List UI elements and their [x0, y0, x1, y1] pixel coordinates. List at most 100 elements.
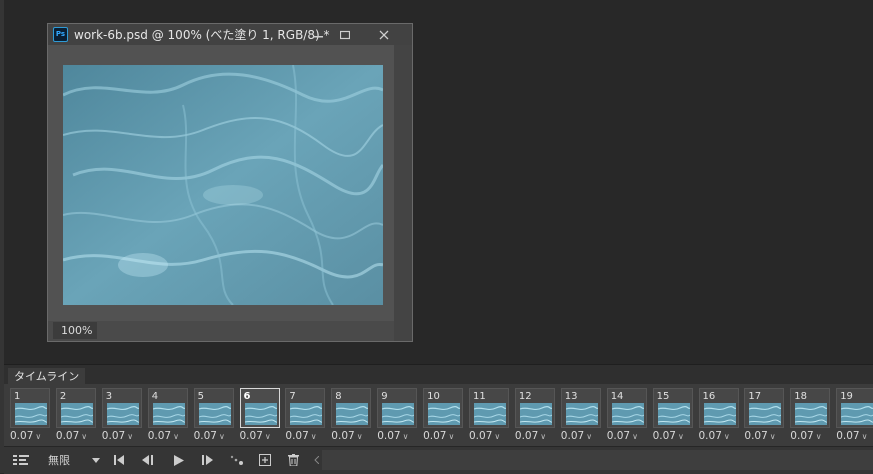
timeline-frame[interactable]: 8 0.07 ∨	[331, 388, 372, 444]
frame-delay[interactable]: 0.07 ∨	[10, 430, 50, 443]
timeline-frame[interactable]: 9 0.07 ∨	[377, 388, 418, 444]
frame-number: 9	[381, 391, 388, 402]
frame-thumbnail-box[interactable]: 19	[836, 388, 873, 428]
play-button[interactable]	[170, 450, 188, 470]
canvas-area[interactable]	[48, 45, 394, 321]
convert-timeline-button[interactable]	[11, 450, 31, 470]
frame-number: 4	[151, 391, 159, 402]
frame-delay[interactable]: 0.07 ∨	[607, 430, 647, 443]
timeline-frame[interactable]: 14 0.07 ∨	[606, 388, 647, 444]
frame-thumbnail-box[interactable]: 4	[147, 388, 188, 428]
frame-thumbnail	[657, 403, 690, 425]
delete-frame-button[interactable]	[284, 450, 302, 470]
frame-delay[interactable]: 0.07 ∨	[102, 430, 142, 443]
frame-thumbnail-box[interactable]: 7	[285, 388, 326, 428]
frame-delay[interactable]: 0.07 ∨	[469, 430, 509, 443]
frame-thumbnail-box[interactable]: 16	[698, 388, 739, 428]
minimize-button[interactable]	[307, 24, 329, 45]
tween-button[interactable]	[228, 450, 246, 470]
frame-delay[interactable]: 0.07 ∨	[331, 430, 371, 443]
frame-thumbnail-box[interactable]: 11	[469, 388, 509, 428]
frame-delay[interactable]: 0.07 ∨	[240, 430, 280, 443]
frame-thumbnail-box[interactable]: 8	[331, 388, 372, 428]
timeline-frame[interactable]: 1 0.07 ∨	[10, 388, 50, 444]
frame-delay[interactable]: 0.07 ∨	[423, 430, 463, 443]
loop-dropdown-button[interactable]	[89, 450, 103, 470]
frame-thumbnail-box[interactable]: 5	[193, 388, 234, 428]
timeline-frame[interactable]: 15 0.07 ∨	[652, 388, 693, 444]
frame-delay-value: 0.07	[652, 430, 676, 442]
timeline-frame[interactable]: 5 0.07 ∨	[193, 388, 234, 444]
first-frame-button[interactable]	[110, 450, 128, 470]
frame-delay[interactable]: 0.07 ∨	[653, 430, 693, 443]
loop-option[interactable]: 無限	[48, 450, 80, 470]
frame-thumbnail-box[interactable]: 9	[377, 388, 418, 428]
frame-delay[interactable]: 0.07 ∨	[836, 430, 873, 443]
timeline-frame[interactable]: 4 0.07 ∨	[147, 388, 188, 444]
frame-delay[interactable]: 0.07 ∨	[56, 430, 96, 443]
vertical-scrollbar[interactable]	[394, 45, 412, 341]
timeline-frame[interactable]: 18 0.07 ∨	[790, 388, 831, 444]
maximize-button[interactable]	[334, 24, 356, 45]
document-window[interactable]: Ps work-6b.psd @ 100% (べた塗り 1, RGB/8) * …	[47, 23, 413, 342]
document-titlebar[interactable]: Ps work-6b.psd @ 100% (べた塗り 1, RGB/8) *	[48, 24, 412, 45]
timeline-frame[interactable]: 19 0.07 ∨	[836, 388, 873, 444]
frame-delay[interactable]: 0.07 ∨	[561, 430, 601, 443]
next-frame-button[interactable]	[198, 450, 216, 470]
frame-number: 10	[427, 391, 440, 402]
timeline-frame[interactable]: 11 0.07 ∨	[469, 388, 509, 444]
chevron-down-icon: ∨	[632, 432, 638, 441]
scroll-left-button[interactable]	[310, 450, 322, 470]
frame-delay-value: 0.07	[285, 430, 309, 442]
zoom-level[interactable]: 100%	[53, 322, 97, 339]
frame-thumbnail-box[interactable]: 10	[423, 388, 464, 428]
duplicate-frame-button[interactable]	[256, 450, 274, 470]
frame-number: 5	[197, 391, 204, 402]
previous-frame-icon	[141, 455, 153, 465]
close-button[interactable]	[370, 24, 398, 45]
timeline-frame[interactable]: 10 0.07 ∨	[423, 388, 464, 444]
frame-number: 6	[243, 391, 251, 402]
frame-thumbnail	[15, 403, 47, 425]
timeline-frame[interactable]: 2 0.07 ∨	[55, 388, 96, 444]
canvas-image[interactable]	[63, 65, 383, 305]
frame-thumbnail-box[interactable]: 2	[55, 388, 96, 428]
frame-delay-value: 0.07	[514, 430, 539, 442]
frame-delay-value: 0.07	[560, 430, 585, 442]
frame-delay[interactable]: 0.07 ∨	[148, 430, 188, 443]
timeline-frame[interactable]: 17 0.07 ∨	[744, 388, 785, 444]
timeline-frame[interactable]: 6 0.07 ∨	[239, 388, 280, 444]
frame-number: 17	[748, 391, 762, 402]
frame-delay[interactable]: 0.07 ∨	[194, 430, 234, 443]
frame-delay[interactable]: 0.07 ∨	[285, 430, 325, 443]
frame-thumbnail-box[interactable]: 15	[652, 388, 693, 428]
timeline-frame[interactable]: 12 0.07 ∨	[514, 388, 555, 444]
frame-thumbnail-box[interactable]: 18	[790, 388, 831, 428]
timeline-frame[interactable]: 13 0.07 ∨	[560, 388, 601, 444]
frame-thumbnail-box[interactable]: 3	[101, 388, 142, 428]
timeline-frame[interactable]: 3 0.07 ∨	[101, 388, 142, 444]
frame-delay[interactable]: 0.07 ∨	[515, 430, 555, 443]
frame-delay[interactable]: 0.07 ∨	[699, 430, 739, 443]
frame-thumbnail	[198, 403, 231, 425]
frames-scrollbar[interactable]	[322, 450, 873, 470]
first-frame-icon	[114, 455, 124, 465]
timeline-frame[interactable]: 7 0.07 ∨	[285, 388, 326, 444]
frame-delay[interactable]: 0.07 ∨	[744, 430, 784, 443]
frame-number: 16	[702, 391, 716, 402]
frame-delay-value: 0.07	[101, 430, 126, 442]
frame-thumbnail-box[interactable]: 12	[514, 388, 555, 428]
frame-delay[interactable]: 0.07 ∨	[377, 430, 417, 443]
previous-frame-button[interactable]	[138, 450, 156, 470]
frame-thumbnail	[703, 403, 736, 425]
frame-thumbnail-box[interactable]: 14	[606, 388, 647, 428]
frame-thumbnail-box[interactable]: 17	[744, 388, 785, 428]
chevron-down-icon: ∨	[127, 432, 134, 441]
frame-thumbnail-box[interactable]: 13	[560, 388, 601, 428]
frame-thumbnail-box[interactable]: 6	[239, 388, 280, 428]
frame-delay-value: 0.07	[423, 430, 447, 442]
timeline-frame[interactable]: 16 0.07 ∨	[698, 388, 739, 444]
frame-thumbnail-box[interactable]: 1	[10, 388, 50, 428]
frame-delay[interactable]: 0.07 ∨	[790, 430, 830, 443]
frame-number: 14	[610, 391, 624, 402]
